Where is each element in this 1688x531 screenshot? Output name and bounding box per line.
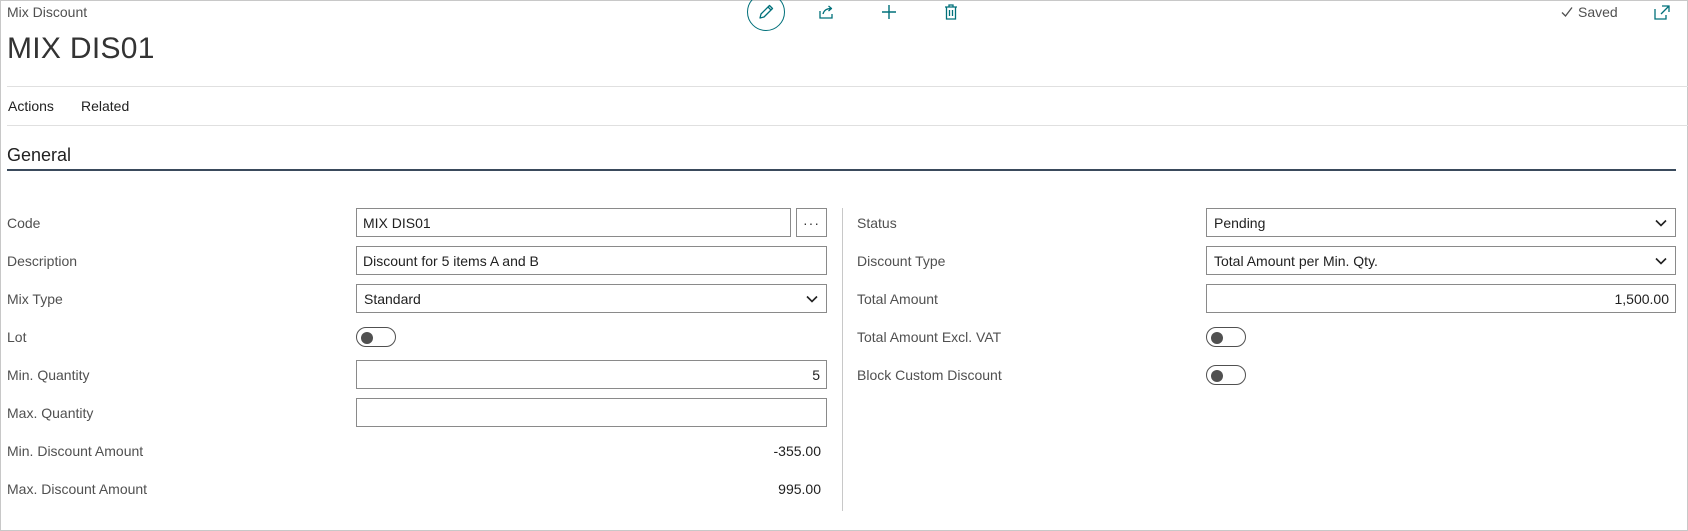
- lot-label: Lot: [7, 329, 27, 345]
- page-title: MIX DIS01: [7, 32, 155, 65]
- code-field[interactable]: MIX DIS01: [356, 208, 791, 237]
- code-label: Code: [7, 215, 41, 231]
- status-value: Pending: [1214, 214, 1266, 231]
- total-amount-field[interactable]: 1,500.00: [1206, 284, 1676, 313]
- pencil-icon: [759, 4, 774, 19]
- toggle-knob: [1211, 370, 1223, 382]
- trash-icon: [945, 4, 957, 20]
- total-amount-label: Total Amount: [857, 291, 938, 307]
- description-field[interactable]: Discount for 5 items A and B: [356, 246, 827, 275]
- saved-indicator: Saved: [1560, 4, 1618, 20]
- menu-actions[interactable]: Actions: [8, 98, 54, 114]
- description-label: Description: [7, 253, 78, 269]
- total-amount-excl-vat-toggle[interactable]: [1206, 327, 1246, 347]
- open-in-new-window-icon: [1654, 5, 1670, 20]
- header-divider: [7, 86, 1688, 87]
- mix-type-value: Standard: [364, 290, 421, 307]
- toggle-knob: [1211, 332, 1223, 344]
- chevron-down-icon: [805, 292, 819, 306]
- section-title-general[interactable]: General: [7, 145, 71, 166]
- mix-type-label: Mix Type: [7, 291, 63, 307]
- mix-type-select[interactable]: Standard: [356, 284, 827, 313]
- column-divider: [842, 208, 843, 511]
- chevron-down-icon: [1654, 216, 1668, 230]
- discount-type-select[interactable]: Total Amount per Min. Qty.: [1206, 246, 1676, 275]
- total-amount-excl-vat-label: Total Amount Excl. VAT: [857, 329, 1002, 345]
- code-lookup-button[interactable]: ···: [796, 208, 827, 237]
- status-select[interactable]: Pending: [1206, 208, 1676, 237]
- section-rule: [7, 169, 1676, 171]
- menu-divider: [7, 125, 1688, 126]
- share-icon: [819, 5, 833, 19]
- max-discount-amount-label: Max. Discount Amount: [7, 481, 148, 497]
- max-quantity-field[interactable]: [356, 398, 827, 427]
- min-discount-amount-label: Min. Discount Amount: [7, 443, 144, 459]
- max-quantity-label: Max. Quantity: [7, 405, 94, 421]
- status-label: Status: [857, 215, 897, 231]
- page-caption: Mix Discount: [7, 4, 88, 20]
- chevron-down-icon: [1654, 254, 1668, 268]
- toggle-knob: [361, 332, 373, 344]
- menu-related[interactable]: Related: [81, 98, 129, 114]
- min-quantity-label: Min. Quantity: [7, 367, 90, 383]
- share-button[interactable]: [815, 0, 839, 24]
- new-button[interactable]: [877, 0, 901, 24]
- min-discount-amount-value: -355.00: [773, 443, 821, 459]
- discount-type-value: Total Amount per Min. Qty.: [1214, 252, 1378, 269]
- checkmark-icon: [1561, 7, 1573, 17]
- lot-toggle[interactable]: [356, 327, 396, 347]
- plus-icon: [882, 5, 896, 19]
- block-custom-discount-toggle[interactable]: [1206, 365, 1246, 385]
- delete-button[interactable]: [939, 0, 963, 24]
- discount-type-label: Discount Type: [857, 253, 946, 269]
- open-new-window-button[interactable]: [1652, 3, 1672, 23]
- max-discount-amount-value: 995.00: [778, 481, 821, 497]
- block-custom-discount-label: Block Custom Discount: [857, 367, 1002, 383]
- saved-label: Saved: [1578, 4, 1618, 20]
- min-quantity-field[interactable]: 5: [356, 360, 827, 389]
